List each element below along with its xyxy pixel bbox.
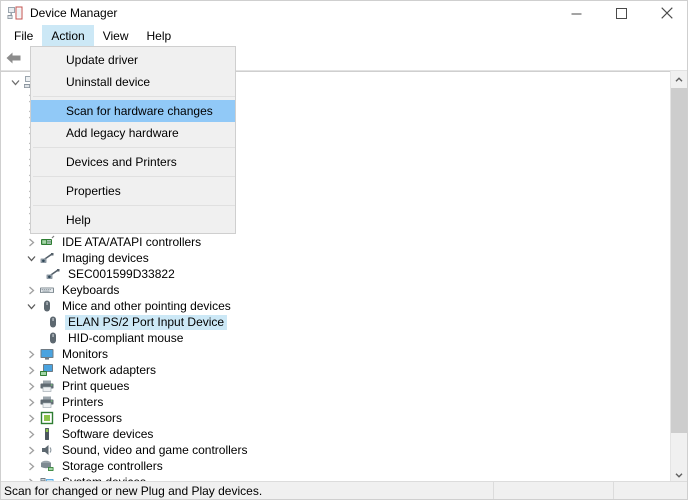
scrollbar-thumb[interactable] bbox=[671, 88, 687, 433]
chevron-right-icon[interactable] bbox=[23, 346, 39, 362]
tree-row-label: SEC001599D33822 bbox=[65, 267, 178, 282]
menu-separator bbox=[33, 96, 235, 97]
tree-row-label: Processors bbox=[59, 411, 125, 426]
chevron-right-icon[interactable] bbox=[23, 458, 39, 474]
chevron-up-icon bbox=[675, 76, 683, 84]
tree-row-label: Printers bbox=[59, 395, 106, 410]
tree-row-processors[interactable]: Processors bbox=[1, 410, 669, 426]
menu-help[interactable]: Help bbox=[138, 25, 181, 46]
mouse-icon bbox=[45, 314, 61, 330]
tree-row-imaging-devices[interactable]: Imaging devices bbox=[1, 250, 669, 266]
minimize-button[interactable] bbox=[554, 1, 599, 25]
window-title: Device Manager bbox=[30, 6, 117, 20]
window-controls bbox=[554, 1, 688, 25]
tree-row-label: Keyboards bbox=[59, 283, 122, 298]
tree-row-label: Monitors bbox=[59, 347, 111, 362]
menu-separator bbox=[33, 176, 235, 177]
sound-controller-icon bbox=[39, 442, 55, 458]
monitor-icon bbox=[39, 346, 55, 362]
tree-row-label: Mice and other pointing devices bbox=[59, 299, 234, 314]
mouse-icon bbox=[39, 298, 55, 314]
vertical-scrollbar[interactable] bbox=[670, 71, 687, 483]
storage-controller-icon bbox=[39, 458, 55, 474]
tree-row-storage-controllers[interactable]: Storage controllers bbox=[1, 458, 669, 474]
ide-controller-icon bbox=[39, 234, 55, 250]
software-device-icon bbox=[39, 426, 55, 442]
tree-row-keyboards[interactable]: Keyboards bbox=[1, 282, 669, 298]
device-manager-icon bbox=[7, 5, 23, 21]
tree-row-print-queues[interactable]: Print queues bbox=[1, 378, 669, 394]
chevron-right-icon[interactable] bbox=[23, 442, 39, 458]
tree-row-label: Network adapters bbox=[59, 363, 159, 378]
tree-row-software-devices[interactable]: Software devices bbox=[1, 426, 669, 442]
back-arrow-icon bbox=[5, 51, 22, 65]
tree-row-label: IDE ATA/ATAPI controllers bbox=[59, 235, 204, 250]
chevron-right-icon[interactable] bbox=[23, 282, 39, 298]
tree-row-network-adapters[interactable]: Network adapters bbox=[1, 362, 669, 378]
menu-item-update-driver[interactable]: Update driver bbox=[31, 49, 235, 71]
network-adapter-icon bbox=[39, 362, 55, 378]
tree-row-sound-video-and-game-controllers[interactable]: Sound, video and game controllers bbox=[1, 442, 669, 458]
menu-item-scan-for-hardware-changes[interactable]: Scan for hardware changes bbox=[31, 100, 235, 122]
chevron-down-icon[interactable] bbox=[7, 74, 23, 90]
menu-action[interactable]: Action bbox=[42, 25, 93, 46]
menu-item-uninstall-device[interactable]: Uninstall device bbox=[31, 71, 235, 93]
chevron-right-icon[interactable] bbox=[23, 234, 39, 250]
menu-item-devices-and-printers[interactable]: Devices and Printers bbox=[31, 151, 235, 173]
device-manager-window: Device Manager File Action View Hel bbox=[0, 0, 688, 500]
imaging-device-icon bbox=[45, 266, 61, 282]
tree-row-mice-and-other-pointing-devices[interactable]: Mice and other pointing devices bbox=[1, 298, 669, 314]
tree-row-label: ELAN PS/2 Port Input Device bbox=[65, 315, 227, 330]
menu-item-add-legacy-hardware[interactable]: Add legacy hardware bbox=[31, 122, 235, 144]
menu-item-help[interactable]: Help bbox=[31, 209, 235, 231]
chevron-down-icon[interactable] bbox=[23, 250, 39, 266]
printer-icon bbox=[39, 394, 55, 410]
maximize-icon bbox=[616, 8, 627, 19]
tree-row-elan-ps2-port-input-device[interactable]: ELAN PS/2 Port Input Device bbox=[1, 314, 669, 330]
title-bar: Device Manager bbox=[1, 1, 688, 25]
status-bar: Scan for changed or new Plug and Play de… bbox=[1, 481, 688, 499]
status-pane-3 bbox=[613, 482, 688, 500]
maximize-button[interactable] bbox=[599, 1, 644, 25]
status-message: Scan for changed or new Plug and Play de… bbox=[1, 482, 493, 500]
tree-row-hid-compliant-mouse[interactable]: HID-compliant mouse bbox=[1, 330, 669, 346]
printer-icon bbox=[39, 378, 55, 394]
chevron-right-icon[interactable] bbox=[23, 378, 39, 394]
action-dropdown-menu: Update driver Uninstall device Scan for … bbox=[30, 46, 236, 234]
tree-row-label: Software devices bbox=[59, 427, 156, 442]
processor-icon bbox=[39, 410, 55, 426]
scroll-up-button[interactable] bbox=[671, 71, 687, 88]
menu-separator bbox=[33, 205, 235, 206]
chevron-right-icon[interactable] bbox=[23, 394, 39, 410]
status-pane-2 bbox=[493, 482, 613, 500]
tree-row-ide-ata-atapi-controllers[interactable]: IDE ATA/ATAPI controllers bbox=[1, 234, 669, 250]
chevron-right-icon[interactable] bbox=[23, 410, 39, 426]
menu-view[interactable]: View bbox=[94, 25, 138, 46]
menu-separator bbox=[33, 147, 235, 148]
tree-row-label: Imaging devices bbox=[59, 251, 152, 266]
minimize-icon bbox=[571, 8, 582, 19]
menu-file[interactable]: File bbox=[5, 25, 42, 46]
tree-row-monitors[interactable]: Monitors bbox=[1, 346, 669, 362]
tree-row-label: Sound, video and game controllers bbox=[59, 443, 250, 458]
tree-row-label: HID-compliant mouse bbox=[65, 331, 186, 346]
tree-row-label: Storage controllers bbox=[59, 459, 166, 474]
chevron-down-icon bbox=[675, 471, 683, 479]
menu-item-properties[interactable]: Properties bbox=[31, 180, 235, 202]
chevron-right-icon[interactable] bbox=[23, 362, 39, 378]
keyboard-icon bbox=[39, 282, 55, 298]
tree-row-printers[interactable]: Printers bbox=[1, 394, 669, 410]
close-icon bbox=[661, 7, 673, 19]
close-button[interactable] bbox=[644, 1, 688, 25]
mouse-icon bbox=[45, 330, 61, 346]
menu-bar: File Action View Help bbox=[1, 25, 688, 46]
tree-row-label: Print queues bbox=[59, 379, 132, 394]
tree-row-sec001599d33822[interactable]: SEC001599D33822 bbox=[1, 266, 669, 282]
chevron-right-icon[interactable] bbox=[23, 426, 39, 442]
chevron-down-icon[interactable] bbox=[23, 298, 39, 314]
back-button[interactable] bbox=[1, 46, 25, 70]
imaging-device-icon bbox=[39, 250, 55, 266]
